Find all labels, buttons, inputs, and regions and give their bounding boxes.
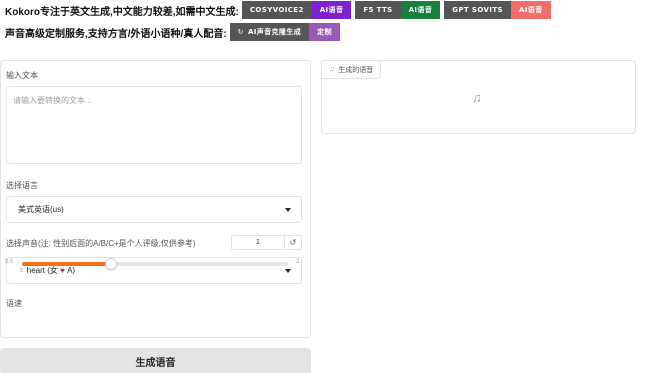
banner-row-2: 声音高级定制服务,支持方言/外语小语种/真人配音: ↻ AI声音克隆生成 定制 (5, 23, 344, 41)
language-select[interactable]: 美式英语(us) (6, 196, 302, 223)
speed-label: 语速 (6, 299, 22, 308)
refresh-icon: ↻ (237, 28, 244, 36)
woman-icon: ♀ (18, 265, 25, 275)
chevron-down-icon (285, 268, 291, 273)
output-audio-panel: ♫ 生成的语音 ♫ (321, 60, 636, 134)
text-input[interactable] (6, 86, 302, 164)
language-select-value: 美式英语(us) (18, 205, 64, 214)
voice-select-value: ♀ heart (女 ♥ A) (18, 265, 75, 276)
voice-value-suffix: A) (67, 266, 76, 275)
slider-max-label: 2 (296, 259, 300, 265)
slider-min-label: 0.5 (5, 259, 14, 265)
music-note-icon: ♫ (329, 66, 335, 73)
badge-gpt-sovits[interactable]: GPT SOVITS AI语音 (444, 1, 551, 19)
badge-label: ↻ AI声音克隆生成 (229, 23, 310, 41)
output-tag-label: 生成的语音 (338, 66, 374, 74)
badge-tag: AI语音 (510, 1, 551, 19)
input-text-label: 输入文本 (6, 71, 38, 80)
slider-thumb[interactable] (104, 258, 117, 270)
speed-value[interactable]: 1 (232, 236, 285, 249)
banner-text-2: 声音高级定制服务,支持方言/外语小语种/真人配音: (5, 28, 227, 40)
speed-number-input[interactable]: 1 ↺ (231, 235, 302, 250)
voice-value-prefix: heart (女 (26, 266, 58, 275)
banner-text-1: Kokoro专注于英文生成,中文能力较差,如需中文生成: (5, 6, 239, 18)
banner-row-1: Kokoro专注于英文生成,中文能力较差,如需中文生成: COSYVOICE2 … (5, 1, 555, 19)
badge-tag: AI语音 (311, 1, 352, 19)
badge-label-text: AI声音克隆生成 (247, 28, 302, 36)
reset-icon[interactable]: ↺ (285, 236, 301, 249)
chevron-down-icon (285, 207, 291, 212)
badge-label: F5 TTS (355, 1, 401, 19)
badge-f5-tts[interactable]: F5 TTS AI语音 (355, 1, 441, 19)
slider-fill (22, 262, 111, 266)
music-note-icon: ♫ (472, 90, 482, 105)
heart-icon: ♥ (60, 266, 65, 275)
badge-tag: 定制 (309, 23, 340, 41)
badge-cosyvoice2[interactable]: COSYVOICE2 AI语音 (241, 1, 352, 19)
input-panel: 输入文本 选择语言 美式英语(us) 选择声音(注: 性别后面的A/B/C+是个… (0, 60, 311, 338)
badge-label: COSYVOICE2 (241, 1, 312, 19)
badge-tag: AI语音 (400, 1, 441, 19)
speed-slider[interactable] (22, 258, 288, 270)
badge-label: GPT SOVITS (444, 1, 511, 19)
language-label: 选择语言 (6, 181, 38, 190)
badge-voice-clone[interactable]: ↻ AI声音克隆生成 定制 (229, 23, 340, 41)
output-tag: ♫ 生成的语音 (322, 61, 382, 79)
voice-label: 选择声音(注: 性别后面的A/B/C+是个人评级,仅供参考) (6, 239, 196, 248)
generate-button[interactable]: 生成语音 (0, 348, 311, 373)
